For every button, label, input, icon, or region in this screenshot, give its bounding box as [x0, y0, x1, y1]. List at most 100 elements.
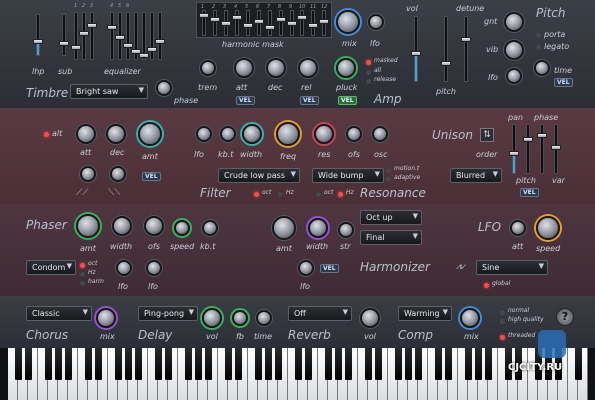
harmonic-slider-11[interactable] — [308, 10, 318, 36]
phaser-hz-radio[interactable] — [80, 272, 85, 277]
black-key[interactable] — [164, 348, 172, 380]
res-knob[interactable] — [314, 124, 334, 144]
harmonic-slider-1[interactable] — [199, 10, 209, 36]
eq-band-7[interactable] — [131, 12, 141, 60]
filter-att-knob[interactable] — [76, 124, 96, 144]
black-key[interactable] — [374, 348, 382, 380]
black-key[interactable] — [134, 348, 142, 380]
black-key[interactable] — [304, 348, 312, 380]
pluck-vel-button[interactable]: VEL — [338, 96, 357, 105]
filter-dec-knob[interactable] — [106, 124, 126, 144]
harm-mode-dropdown[interactable]: Oct up ▼ — [360, 210, 422, 225]
harmonic-slider-3[interactable] — [221, 10, 231, 36]
black-key[interactable] — [264, 348, 272, 380]
black-key[interactable] — [484, 348, 492, 380]
detune-slider-1[interactable] — [441, 16, 451, 82]
filter-vel-button[interactable]: VEL — [142, 172, 161, 181]
black-key[interactable] — [84, 348, 92, 380]
eq-band-4[interactable] — [107, 12, 117, 60]
black-key[interactable] — [344, 348, 352, 380]
eq-band-1[interactable] — [71, 12, 81, 60]
black-key[interactable] — [444, 348, 452, 380]
porta-radio[interactable] — [536, 33, 541, 38]
harm-vel-button[interactable]: VEL — [320, 264, 339, 273]
detune-slider-2[interactable] — [461, 16, 471, 82]
help-button[interactable]: ? — [556, 308, 574, 326]
black-key[interactable] — [294, 348, 302, 380]
phaser-lfo-knob-1[interactable] — [116, 260, 132, 276]
sub-slider[interactable] — [59, 14, 69, 56]
kbt-knob[interactable] — [220, 126, 236, 142]
black-key[interactable] — [44, 348, 52, 380]
delay-time-knob[interactable] — [256, 310, 272, 326]
delay-dropdown[interactable]: Ping-pong ▼ — [138, 306, 198, 321]
eq-band-5[interactable] — [115, 12, 125, 60]
black-key[interactable] — [334, 348, 342, 380]
osc-knob[interactable] — [372, 126, 388, 142]
unison-phase-slider[interactable] — [537, 124, 547, 174]
timbre-dropdown[interactable]: Bright saw ▼ — [70, 84, 148, 99]
amp-dec-knob[interactable] — [266, 58, 286, 78]
unison-vel-button[interactable]: VEL — [520, 188, 539, 197]
black-key[interactable] — [204, 348, 212, 380]
high-quality-radio[interactable] — [500, 319, 505, 324]
unison-pitch-slider[interactable] — [523, 124, 533, 174]
ofs-knob[interactable] — [346, 126, 362, 142]
legato-radio[interactable] — [536, 45, 541, 50]
black-key[interactable] — [224, 348, 232, 380]
timbre-lfo-knob[interactable] — [368, 14, 384, 30]
black-key[interactable] — [24, 348, 32, 380]
comp-mix-knob[interactable] — [460, 308, 480, 328]
lfo-shape-dropdown[interactable]: Sine ▼ — [476, 260, 548, 275]
phase-knob[interactable] — [156, 80, 172, 96]
black-key[interactable] — [464, 348, 472, 380]
black-key[interactable] — [414, 348, 422, 380]
harmonic-slider-4[interactable] — [232, 10, 242, 36]
masked-radio[interactable] — [366, 60, 371, 65]
freq-knob[interactable] — [276, 122, 300, 146]
alt-radio[interactable] — [44, 132, 49, 137]
trem-knob[interactable] — [200, 60, 216, 76]
unison-dropdown[interactable]: Blurred ▼ — [450, 168, 502, 183]
filter-shape-knob-1[interactable] — [80, 166, 96, 182]
amp-rel-vel-button[interactable]: VEL — [300, 96, 319, 105]
filter-oct-radio[interactable] — [254, 192, 259, 197]
chorus-dropdown[interactable]: Classic ▼ — [26, 306, 92, 321]
lhp-slider[interactable] — [33, 14, 43, 56]
delay-fb-knob[interactable] — [232, 310, 248, 326]
harm-lfo-knob[interactable] — [298, 260, 314, 276]
phaser-ofs-knob[interactable] — [144, 216, 164, 236]
normal-radio[interactable] — [500, 310, 505, 315]
comp-dropdown[interactable]: Warming ▼ — [398, 306, 452, 321]
black-key[interactable] — [404, 348, 412, 380]
var-slider[interactable] — [551, 124, 561, 174]
release-radio[interactable] — [366, 79, 371, 84]
black-key[interactable] — [394, 348, 402, 380]
pitch-vel-button[interactable]: VEL — [554, 78, 573, 87]
black-key[interactable] — [274, 348, 282, 380]
resonance-dropdown[interactable]: Wide bump ▼ — [312, 168, 384, 183]
global-radio[interactable] — [484, 283, 489, 288]
black-key[interactable] — [114, 348, 122, 380]
filter-hz-radio[interactable] — [278, 192, 283, 197]
pitch-lfo-knob[interactable] — [506, 68, 522, 84]
eq-band-6[interactable] — [123, 12, 133, 60]
all-radio[interactable] — [366, 70, 371, 75]
vol-slider[interactable] — [411, 16, 421, 82]
harmonic-slider-2[interactable] — [210, 10, 220, 36]
lfo-att-knob[interactable] — [510, 220, 526, 236]
black-key[interactable] — [54, 348, 62, 380]
time-knob[interactable] — [534, 60, 550, 76]
filter-amt-knob[interactable] — [138, 122, 162, 146]
pan-slider[interactable] — [509, 124, 519, 174]
mix-knob[interactable] — [336, 10, 360, 34]
harmonic-slider-8[interactable] — [276, 10, 286, 36]
res-hz-radio[interactable] — [338, 192, 343, 197]
eq-band-9[interactable] — [147, 12, 157, 60]
gnt-knob[interactable] — [504, 12, 524, 32]
phaser-harm-radio[interactable] — [80, 281, 85, 286]
phaser-kbt-knob[interactable] — [202, 220, 218, 236]
filter-type-dropdown[interactable]: Crude low pass ▼ — [218, 168, 300, 183]
threaded-radio[interactable] — [500, 335, 505, 340]
res-oct-radio[interactable] — [316, 192, 321, 197]
